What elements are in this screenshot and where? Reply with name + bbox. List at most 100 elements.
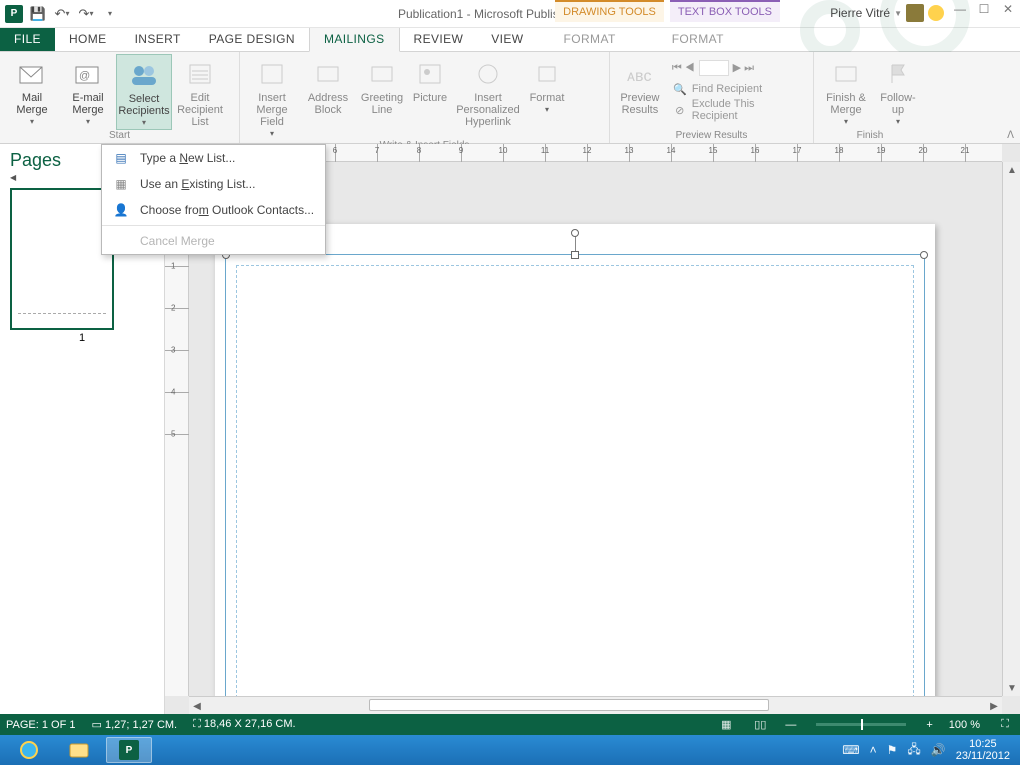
minimize-icon[interactable]: — [952,2,968,16]
avatar [906,4,924,22]
view-spread-icon[interactable]: ▯▯ [751,718,769,731]
edit-recipient-list-button: Edit Recipient List [172,54,228,128]
horizontal-scrollbar[interactable]: ◀ ▶ [189,696,1002,714]
scroll-left-icon[interactable]: ◀ [189,699,205,713]
ribbon: Mail Merge▾ @ E-mail Merge▾ Select Recip… [0,52,1020,144]
tab-mailings[interactable]: MAILINGS [309,27,400,52]
menu-type-new-list[interactable]: ▤ Type a New List... [102,145,325,171]
qat-customize-icon[interactable]: ▾ [100,4,120,24]
picture-icon [414,58,446,90]
app-icon[interactable]: P [4,4,24,24]
insert-merge-field-button: Insert Merge Field▾ [244,54,300,140]
select-recipients-icon [128,59,160,91]
tab-format-textbox[interactable]: FORMAT [658,28,738,51]
ribbon-tabs: FILE HOME INSERT PAGE DESIGN MAILINGS RE… [0,28,1020,52]
flag-icon[interactable]: ⚑ [887,743,898,757]
existing-list-icon: ▦ [112,176,130,192]
scroll-right-icon[interactable]: ▶ [986,699,1002,713]
clock[interactable]: 10:25 23/11/2012 [956,738,1014,762]
zoom-out-button[interactable]: — [785,719,796,731]
svg-text:@: @ [79,70,90,82]
view-single-icon[interactable]: ▦ [717,718,735,731]
resize-handle-tr[interactable] [920,251,928,259]
redo-icon[interactable]: ↷▾ [76,4,96,24]
edit-recipient-list-icon [184,58,216,90]
select-recipients-menu: ▤ Type a New List... ▦ Use an Existing L… [101,144,326,255]
tab-view[interactable]: VIEW [477,28,537,51]
new-list-icon: ▤ [112,150,130,166]
page-thumbnail-number: 1 [10,332,154,344]
email-merge-icon: @ [72,58,104,90]
scroll-down-icon[interactable]: ▼ [1005,680,1019,696]
chevron-up-icon[interactable]: ˄ [870,743,877,757]
tab-format-drawing[interactable]: FORMAT [550,28,630,51]
group-preview-label: Preview Results [614,130,809,142]
taskbar: P ⌨ ˄ ⚑ 🖧 🔊 10:25 23/11/2012 [0,735,1020,765]
rotate-handle[interactable] [571,229,579,237]
drawing-tools-tab[interactable]: DRAWING TOOLS [555,0,664,22]
zoom-slider[interactable] [816,723,906,726]
tab-page-design[interactable]: PAGE DESIGN [195,28,309,51]
menu-cancel-merge: Cancel Merge [102,228,325,254]
resize-handle-top[interactable] [571,251,579,259]
outlook-icon: 👤 [112,202,130,218]
close-icon[interactable]: ✕ [1000,2,1016,16]
exclude-icon: ⊘ [672,102,688,118]
tab-insert[interactable]: INSERT [121,28,195,51]
user-account[interactable]: Pierre Vitré ▼ [830,4,944,22]
save-icon[interactable]: 💾 [28,4,48,24]
nav-first-button: ⏮ ◀ ▶ ⏭ [672,58,803,78]
chevron-down-icon: ▼ [894,9,902,18]
format-icon [531,58,563,90]
preview-results-button: ᴀʙᴄPreview Results [614,54,666,116]
vertical-scrollbar[interactable]: ▲ ▼ [1002,162,1020,696]
merge-field-icon [256,58,288,90]
quick-access-toolbar: P 💾 ↶▾ ↷▾ ▾ [0,4,120,24]
finish-merge-button: Finish & Merge▾ [818,54,874,128]
feedback-icon[interactable] [928,5,944,21]
tab-file[interactable]: FILE [0,27,55,51]
mail-merge-button[interactable]: Mail Merge▾ [4,54,60,128]
personalized-hyperlink-button: Insert Personalized Hyperlink [452,54,524,128]
tab-review[interactable]: REVIEW [400,28,478,51]
tab-home[interactable]: HOME [55,28,121,51]
taskbar-publisher[interactable]: P [106,737,152,763]
address-block-icon [312,58,344,90]
fit-page-icon[interactable]: ⛶ [996,718,1014,731]
svg-text:ᴀʙᴄ: ᴀʙᴄ [627,68,651,85]
text-box[interactable] [225,254,925,714]
status-size: ⛶ 18,46 X 27,16 CM. [193,718,296,731]
zoom-in-button[interactable]: + [926,719,932,731]
status-bar: PAGE: 1 OF 1 ▭ 1,27; 1,27 CM. ⛶ 18,46 X … [0,714,1020,735]
address-block-button: Address Block [300,54,356,116]
finish-icon [830,58,862,90]
mail-merge-icon [16,58,48,90]
collapse-ribbon-icon[interactable]: ᐱ [1007,130,1014,141]
textbox-tools-tab[interactable]: TEXT BOX TOOLS [670,0,780,22]
search-icon: 🔍 [672,81,688,97]
page-thumbnail[interactable] [10,188,114,330]
taskbar-ie[interactable] [6,737,52,763]
scroll-up-icon[interactable]: ▲ [1005,162,1019,178]
keyboard-icon[interactable]: ⌨ [842,743,859,757]
menu-separator [102,225,325,226]
volume-icon[interactable]: 🔊 [931,743,946,757]
follow-up-button: Follow-up▾ [874,54,922,128]
status-page[interactable]: PAGE: 1 OF 1 [6,719,76,731]
network-icon[interactable]: 🖧 [907,740,920,761]
undo-icon[interactable]: ↶▾ [52,4,72,24]
maximize-icon[interactable]: ☐ [976,2,992,16]
flag-icon [882,58,914,90]
greeting-line-button: Greeting Line [356,54,408,116]
menu-outlook-contacts[interactable]: 👤 Choose from Outlook Contacts... [102,197,325,223]
taskbar-explorer[interactable] [56,737,102,763]
zoom-level[interactable]: 100 % [949,719,980,731]
select-recipients-button[interactable]: Select Recipients▾ [116,54,172,130]
find-recipient-button: 🔍Find Recipient [672,79,803,99]
hyperlink-icon [472,58,504,90]
preview-icon: ᴀʙᴄ [624,58,656,90]
format-button: Format▾ [524,54,570,116]
menu-use-existing-list[interactable]: ▦ Use an Existing List... [102,171,325,197]
email-merge-button[interactable]: @ E-mail Merge▾ [60,54,116,128]
scroll-thumb[interactable] [369,699,769,711]
